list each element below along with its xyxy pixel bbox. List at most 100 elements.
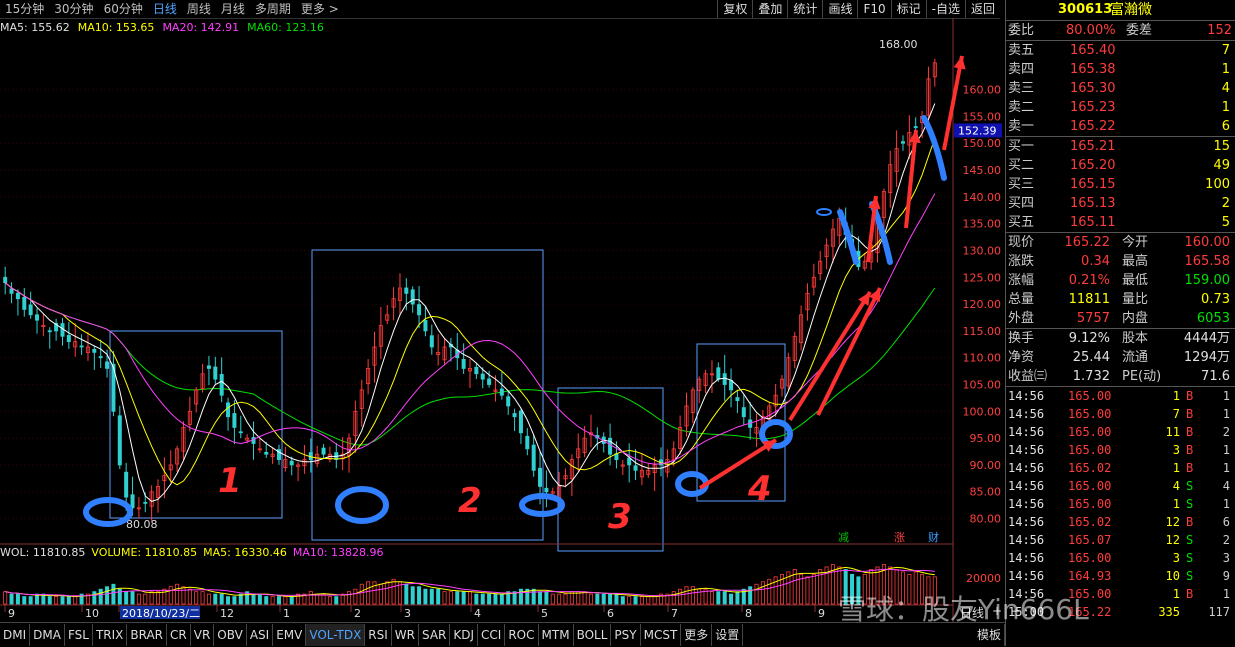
indicator-tab-boll[interactable]: BOLL <box>574 624 612 646</box>
quote-row: 外盘 5757 内盘 6053 <box>1006 309 1235 328</box>
candle-body <box>264 451 269 455</box>
indicator-tab-trix[interactable]: TRIX <box>93 624 128 646</box>
indicator-tab-cr[interactable]: CR <box>167 624 191 646</box>
volume-bar <box>124 591 129 605</box>
level-price: 165.21 <box>1070 139 1116 154</box>
candle-body <box>633 465 638 471</box>
volume-bar <box>627 596 632 605</box>
candle-body <box>238 431 243 434</box>
stat-value: 0.21% <box>1068 273 1110 288</box>
tick-price: 165.00 <box>1068 497 1112 511</box>
indicator-tab-sar[interactable]: SAR <box>419 624 451 646</box>
indicator-tab--[interactable]: 设置 <box>712 624 744 646</box>
candle-body <box>525 435 530 450</box>
indicator-tab-brar[interactable]: BRAR <box>127 624 168 646</box>
volume-bar <box>60 596 65 605</box>
level-price: 165.22 <box>1070 119 1116 134</box>
volume-bar <box>54 596 59 605</box>
indicator-tab-rsi[interactable]: RSI <box>365 624 392 646</box>
volume-bar <box>480 593 485 605</box>
volume-bar <box>518 588 523 605</box>
price-tick-label: 130.00 <box>963 244 1002 257</box>
price-tick-label: 90.00 <box>970 459 1002 472</box>
date-tick-label: 9 <box>8 607 15 620</box>
date-tick-label: 12 <box>220 607 234 620</box>
volume-bar <box>678 588 683 605</box>
stat-label: 涨幅 <box>1008 273 1035 288</box>
indicator-tab-psy[interactable]: PSY <box>611 624 641 646</box>
volume-bar <box>340 593 345 605</box>
volume-bar <box>136 593 141 605</box>
tick-row: 14:56 165.00 3 B 1 <box>1006 441 1235 459</box>
volume-bar <box>149 591 154 605</box>
stat-label: 内盘 <box>1122 311 1149 326</box>
vol-ma5-legend: MA5: 16330.46 <box>203 546 287 559</box>
watermark: 雪球：股友Yin666L <box>838 593 1089 626</box>
buy-row: 买二 165.20 49 <box>1006 156 1235 175</box>
indicator-tab-vol-tdx[interactable]: VOL-TDX <box>306 624 366 646</box>
tick-price: 165.02 <box>1068 515 1112 529</box>
volume-bar <box>206 593 211 605</box>
candle-body <box>474 366 479 375</box>
indicator-tab-dma[interactable]: DMA <box>30 624 65 646</box>
volume-bar <box>404 583 409 605</box>
volume-bar <box>684 586 689 605</box>
sell-row: 卖四 165.38 1 <box>1006 60 1235 79</box>
indicator-tab-dmi[interactable]: DMI <box>0 624 31 646</box>
indicator-tab-wr[interactable]: WR <box>392 624 419 646</box>
volume-bar <box>538 591 543 605</box>
indicator-tab-vr[interactable]: VR <box>191 624 215 646</box>
level-label: 买一 <box>1008 139 1035 154</box>
quote-row: 现价 165.22 今开 160.00 <box>1006 233 1235 252</box>
price-tick-label: 85.00 <box>970 486 1002 499</box>
tick-list: 14:56 165.00 1 B 1 14:56 165.00 7 B 1 14:56 165.00 1… <box>1006 387 1235 621</box>
volume-bar <box>130 591 135 605</box>
volume-bar <box>417 586 422 605</box>
indicator-tab--[interactable]: 更多 <box>681 624 713 646</box>
volume-legend-value: VOLUME: 11810.85 <box>91 546 198 559</box>
volume-bar <box>181 586 186 605</box>
buy-row: 买四 165.13 2 <box>1006 194 1235 213</box>
vol-ma5-line <box>5 566 935 598</box>
tick-row: 14:56 165.00 3 S 3 <box>1006 549 1235 567</box>
indicator-tab-mcst[interactable]: MCST <box>641 624 682 646</box>
tick-row: 14:56 165.00 4 S 4 <box>1006 477 1235 495</box>
tick-price: 165.00 <box>1068 389 1112 403</box>
stats-row: 换手 9.12% 股本 4444万 <box>1006 329 1235 348</box>
volume-bar <box>73 596 78 605</box>
hand-circle-mark <box>519 493 565 517</box>
indicator-tab-fsl[interactable]: FSL <box>65 624 93 646</box>
tick-count: 1 <box>1222 497 1230 511</box>
volume-bar <box>98 588 103 605</box>
level-price: 165.38 <box>1070 62 1116 77</box>
stats-row: 净资 25.44 流通 1294万 <box>1006 348 1235 367</box>
volume-bar <box>646 596 651 605</box>
indicator-tab-mtm[interactable]: MTM <box>539 624 574 646</box>
indicator-tab-asi[interactable]: ASI <box>247 624 274 646</box>
tick-volume: 335 <box>1158 605 1180 619</box>
kline-chart[interactable]: 80.0085.0090.0095.00100.00105.00110.0011… <box>0 0 1005 622</box>
indicator-tab-cci[interactable]: CCI <box>478 624 506 646</box>
indicator-tab-obv[interactable]: OBV <box>214 624 247 646</box>
indicator-tab-kdj[interactable]: KDJ <box>450 624 479 646</box>
volume-bar <box>226 596 231 605</box>
ma10-line <box>4 138 936 486</box>
volume-bar <box>219 593 224 605</box>
candle-body <box>219 374 224 396</box>
date-axis: 9 10 2018/10/23/二 12 1 2 3 4 5 6 7 8 9 <box>0 604 953 620</box>
candle-body <box>729 380 734 391</box>
box-number-label: 2 <box>458 481 482 521</box>
tick-volume: 1 <box>1172 389 1180 403</box>
candle-body <box>22 296 27 310</box>
stat-value: 160.00 <box>1184 235 1231 250</box>
stat-value: 9.12% <box>1068 331 1110 346</box>
tick-volume: 3 <box>1172 443 1180 457</box>
volume-bar <box>347 591 352 605</box>
level-volume: 1 <box>1221 62 1230 77</box>
hand-circle-mark <box>675 471 709 497</box>
indicator-tab-roc[interactable]: ROC <box>505 624 539 646</box>
tick-side: B <box>1186 461 1194 475</box>
level-price: 165.40 <box>1070 43 1116 58</box>
indicator-tab-emv[interactable]: EMV <box>273 624 307 646</box>
volume-bar <box>47 596 52 605</box>
